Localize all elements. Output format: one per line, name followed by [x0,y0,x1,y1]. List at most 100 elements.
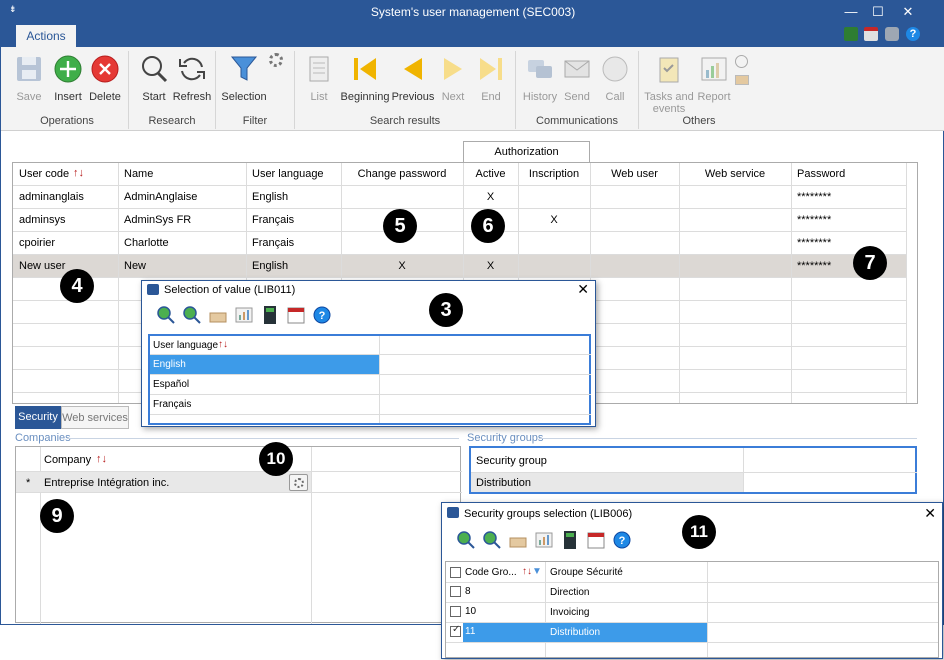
column-header-change-password[interactable]: Change password [341,168,463,180]
column-header-name[interactable]: Name [124,168,246,180]
tasks-and-events-button[interactable]: Tasks and events [644,52,694,115]
row-checkbox[interactable] [450,606,461,617]
save-button[interactable]: Save [9,52,49,104]
lib011-option[interactable]: Español [153,379,189,390]
table-cell[interactable]: X [341,260,463,272]
company-cell[interactable]: Entreprise Intégration inc. [44,477,169,489]
start-button[interactable]: Start [134,52,174,104]
calculator-icon[interactable] [260,305,282,325]
grid-row-line [13,231,906,232]
lib006-group-header[interactable]: Groupe Sécurité [550,567,623,578]
table-cell[interactable]: X [518,214,590,226]
report-button[interactable]: Report [695,52,733,104]
grid-row-line [13,254,906,255]
column-header-web-service[interactable]: Web service [679,168,791,180]
table-cell[interactable]: X [463,260,518,272]
column-header-user-language[interactable]: User language [252,168,341,180]
row-checkbox-checked[interactable]: ✓ [450,624,461,637]
clock-icon[interactable] [735,55,748,68]
next-button[interactable]: Next [435,52,471,104]
lib006-row[interactable]: 8 [450,586,471,597]
history-button[interactable]: History [520,52,560,104]
select-all-checkbox[interactable] [450,567,461,578]
list-button[interactable]: List [301,52,337,104]
security-group-column-header[interactable]: Security group [476,455,547,467]
delete-button[interactable]: Delete [85,52,125,104]
lib006-close-button[interactable]: ✕ [924,505,936,522]
search-add-icon[interactable] [156,305,178,325]
maximize-button[interactable]: ☐ [864,3,892,21]
inbox-icon[interactable] [208,305,230,325]
table-cell[interactable]: English [252,260,341,272]
lib011-option[interactable]: Français [153,399,191,410]
lib006-grid: Code Gro... ↑↓▼ Groupe Sécurité 8 Direct… [445,561,939,658]
table-cell[interactable]: AdminSys FR [124,214,246,226]
calendar-icon[interactable] [864,27,878,41]
tab-actions[interactable]: Actions [16,25,76,47]
table-cell[interactable]: English [252,191,341,203]
table-cell[interactable]: New [124,260,246,272]
table-cell[interactable]: Français [252,237,341,249]
table-cell[interactable]: AdminAnglaise [124,191,246,203]
table-cell[interactable]: Charlotte [124,237,246,249]
table-cell[interactable]: cpoirier [19,237,118,249]
security-group-cell[interactable]: Distribution [476,477,531,489]
beginning-button[interactable]: Beginning [338,52,392,104]
lib006-group-cell[interactable]: Direction [550,587,589,598]
table-cell[interactable]: ******** [797,260,906,272]
security-groups-grid: Security group Distribution [469,446,917,494]
table-cell[interactable]: adminsys [19,214,118,226]
refresh-button[interactable]: Refresh [172,52,212,104]
calculator-icon[interactable] [560,530,582,550]
sort-filter-icon[interactable]: ↑↓▼ [522,566,542,577]
call-button[interactable]: Call [597,52,633,104]
close-button[interactable]: ✕ [894,3,922,21]
help-icon[interactable]: ? [612,530,634,550]
column-header-user-code[interactable]: User code [19,168,118,180]
end-button[interactable]: End [473,52,509,104]
search-next-icon[interactable] [182,305,204,325]
lib006-row[interactable]: 10 [450,606,476,617]
row-checkbox[interactable] [450,586,461,597]
table-cell[interactable]: X [463,191,518,203]
lib006-title: Security groups selection (LIB006) [464,508,633,520]
inbox-icon[interactable] [508,530,530,550]
lib011-close-button[interactable]: ✕ [577,281,589,298]
company-column-header[interactable]: Company [44,454,91,466]
calendar-icon[interactable] [586,530,608,550]
report-icon[interactable] [234,305,256,325]
table-cell[interactable]: ******** [797,191,906,203]
column-header-password[interactable]: Password [797,168,906,180]
selection-button[interactable]: Selection [221,52,267,104]
table-cell[interactable]: ******** [797,214,906,226]
column-header-web-user[interactable]: Web user [590,168,679,180]
tab-web-services[interactable]: Web services [61,406,129,429]
column-header-inscription[interactable]: Inscription [518,168,590,180]
tab-security[interactable]: Security [15,406,61,429]
previous-button[interactable]: Previous [391,52,435,104]
send-button[interactable]: Send [559,52,595,104]
lib006-group-cell[interactable]: Invoicing [550,607,589,618]
lib006-row[interactable]: ✓ 11 [450,624,475,637]
insert-button[interactable]: Insert [48,52,88,104]
search-add-icon[interactable] [456,530,478,550]
lock-icon[interactable] [885,27,899,41]
lib011-option[interactable]: English [153,359,186,370]
report-icon[interactable] [534,530,556,550]
search-next-icon[interactable] [482,530,504,550]
calendar-icon[interactable] [286,305,308,325]
calculator-icon[interactable] [844,27,858,41]
table-cell[interactable]: adminanglais [19,191,118,203]
table-cell[interactable]: ******** [797,237,906,249]
inbox-icon[interactable] [735,75,749,85]
column-header-active[interactable]: Active [463,168,518,180]
company-gear-button[interactable] [289,474,308,491]
lib006-code-header[interactable]: Code Gro... [450,567,517,578]
lib011-column-header[interactable]: User language [153,340,218,351]
minimize-button[interactable]: — [837,3,865,21]
lib006-group-cell[interactable]: Distribution [550,627,600,638]
help-icon[interactable]: ? [312,305,334,325]
help-icon[interactable]: ? [906,27,920,41]
table-cell[interactable]: Français [252,214,341,226]
gear-icon[interactable] [269,53,283,67]
